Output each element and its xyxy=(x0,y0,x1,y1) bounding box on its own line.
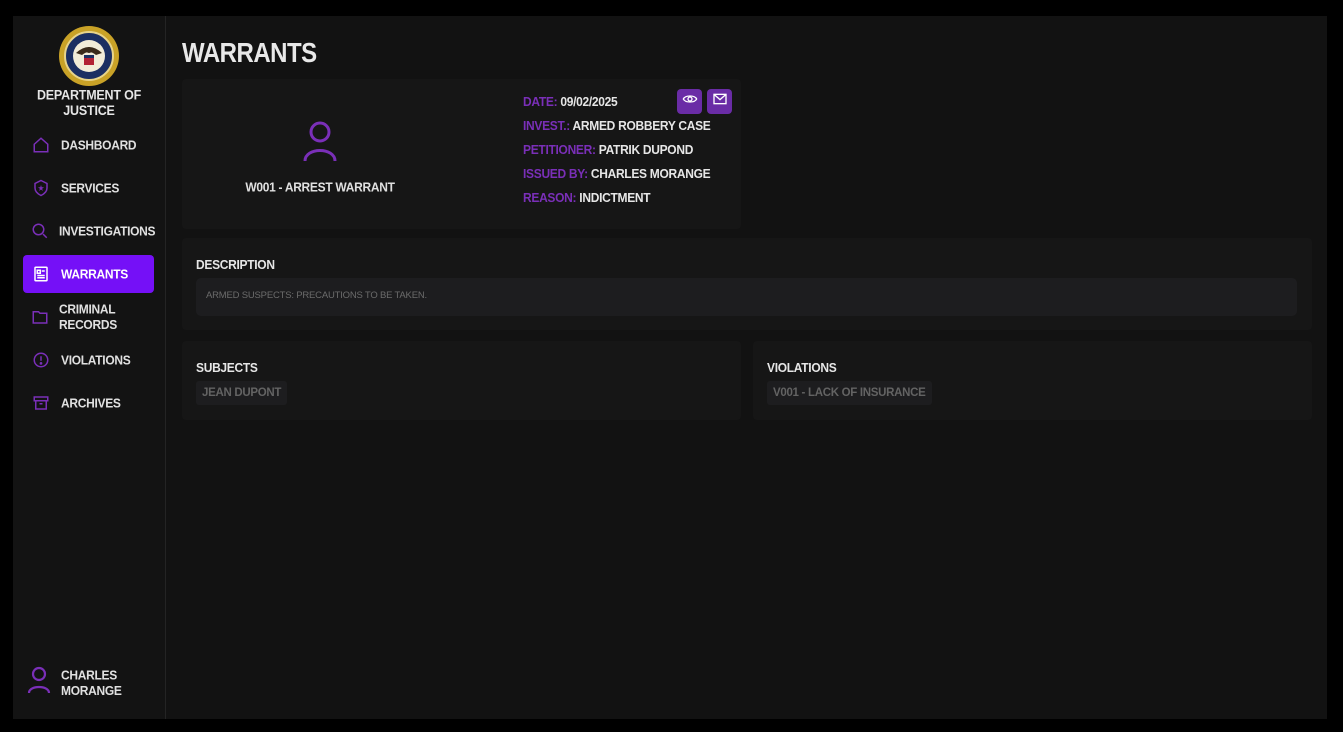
info-investigation: INVEST.: ARMED ROBBERY CASE xyxy=(523,117,711,134)
sidebar-item-criminal-records[interactable]: CRIMINAL RECORDS xyxy=(23,298,154,336)
mail-icon xyxy=(712,91,728,112)
person-icon xyxy=(302,120,338,167)
document-icon xyxy=(31,264,51,284)
sidebar-item-label: INVESTIGATIONS xyxy=(59,223,156,239)
info-issued-by: ISSUED BY: CHARLES MORANGE xyxy=(523,165,711,182)
info-petitioner: PETITIONER: PATRIK DUPOND xyxy=(523,141,694,158)
org-name: DEPARTMENT OF JUSTICE xyxy=(36,87,142,119)
sidebar-item-label: ARCHIVES xyxy=(61,395,121,411)
sidebar-item-label: CRIMINAL RECORDS xyxy=(59,301,117,333)
sidebar-item-label: VIOLATIONS xyxy=(61,352,131,368)
eye-icon xyxy=(682,91,698,112)
warrant-card: W001 - ARREST WARRANT DATE: 09/02/2025 I… xyxy=(182,79,741,229)
sidebar-item-label: WARRANTS xyxy=(61,266,128,282)
sidebar-nav: DASHBOARD SERVICES INVESTIGATIONS WARRAN… xyxy=(23,126,156,427)
sidebar-item-dashboard[interactable]: DASHBOARD xyxy=(23,126,154,164)
description-text: ARMED SUSPECTS: PRECAUTIONS TO BE TAKEN. xyxy=(196,278,1297,316)
shield-star-icon xyxy=(31,178,51,198)
alert-circle-icon xyxy=(31,350,51,370)
description-title: DESCRIPTION xyxy=(196,257,275,273)
folder-icon xyxy=(31,307,49,327)
warrant-title: W001 - ARREST WARRANT xyxy=(245,179,395,195)
violations-title: VIOLATIONS xyxy=(767,360,837,376)
department-seal-logo xyxy=(59,26,119,86)
sidebar-item-warrants[interactable]: WARRANTS xyxy=(23,255,154,293)
search-icon xyxy=(31,221,49,241)
sidebar-item-services[interactable]: SERVICES xyxy=(23,169,154,207)
sidebar-item-investigations[interactable]: INVESTIGATIONS xyxy=(23,212,156,250)
subjects-section: SUBJECTS JEAN DUPONT xyxy=(182,341,741,420)
send-mail-button[interactable] xyxy=(707,89,732,114)
sidebar-item-label: DASHBOARD xyxy=(61,137,137,153)
sidebar-item-label: SERVICES xyxy=(61,180,120,196)
violation-tag[interactable]: V001 - LACK OF INSURANCE xyxy=(767,381,932,405)
current-user[interactable]: CHARLES MORANGE xyxy=(27,666,165,699)
subjects-title: SUBJECTS xyxy=(196,360,258,376)
app-window: DEPARTMENT OF JUSTICE DASHBOARD SERVICES… xyxy=(13,16,1327,719)
sidebar-item-archives[interactable]: ARCHIVES xyxy=(23,384,154,422)
sidebar-item-violations[interactable]: VIOLATIONS xyxy=(23,341,154,379)
info-reason: REASON: INDICTMENT xyxy=(523,189,651,206)
user-name: CHARLES MORANGE xyxy=(61,667,122,698)
page-title: WARRANTS xyxy=(182,38,317,70)
sidebar: DEPARTMENT OF JUSTICE DASHBOARD SERVICES… xyxy=(13,16,166,719)
subject-tag[interactable]: JEAN DUPONT xyxy=(196,381,288,405)
violations-section: VIOLATIONS V001 - LACK OF INSURANCE xyxy=(753,341,1312,420)
description-section: DESCRIPTION ARMED SUSPECTS: PRECAUTIONS … xyxy=(182,238,1312,330)
view-button[interactable] xyxy=(677,89,702,114)
home-icon xyxy=(31,135,51,155)
main-content: WARRANTS W001 - ARREST WARRANT DATE: 09/… xyxy=(181,16,1327,719)
archive-box-icon xyxy=(31,393,51,413)
user-icon xyxy=(27,666,51,699)
